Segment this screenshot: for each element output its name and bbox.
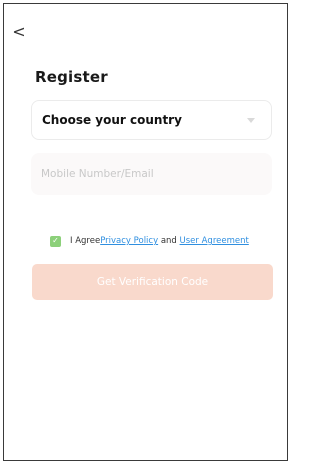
agree-conjunction-text: and [158,236,180,246]
app-screen: < Register [3,3,288,461]
page-title: Register [35,68,108,86]
user-agreement-link[interactable]: User Agreement [180,236,249,246]
back-icon[interactable]: < [12,24,26,40]
agreement-row: ✓ I Agree Privacy Policy and User Agreem… [50,234,249,248]
mobile-email-input[interactable] [31,153,272,195]
country-select-label: Choose your country [42,113,182,127]
back-glyph: < [12,22,26,41]
agree-prefix-text: I Agree [70,236,101,246]
agree-checkbox[interactable]: ✓ [50,235,61,247]
get-verification-code-button[interactable]: Get Verification Code [32,264,273,300]
privacy-policy-link[interactable]: Privacy Policy [100,236,158,246]
chevron-down-icon [247,118,255,123]
country-select[interactable]: Choose your country [31,100,272,140]
